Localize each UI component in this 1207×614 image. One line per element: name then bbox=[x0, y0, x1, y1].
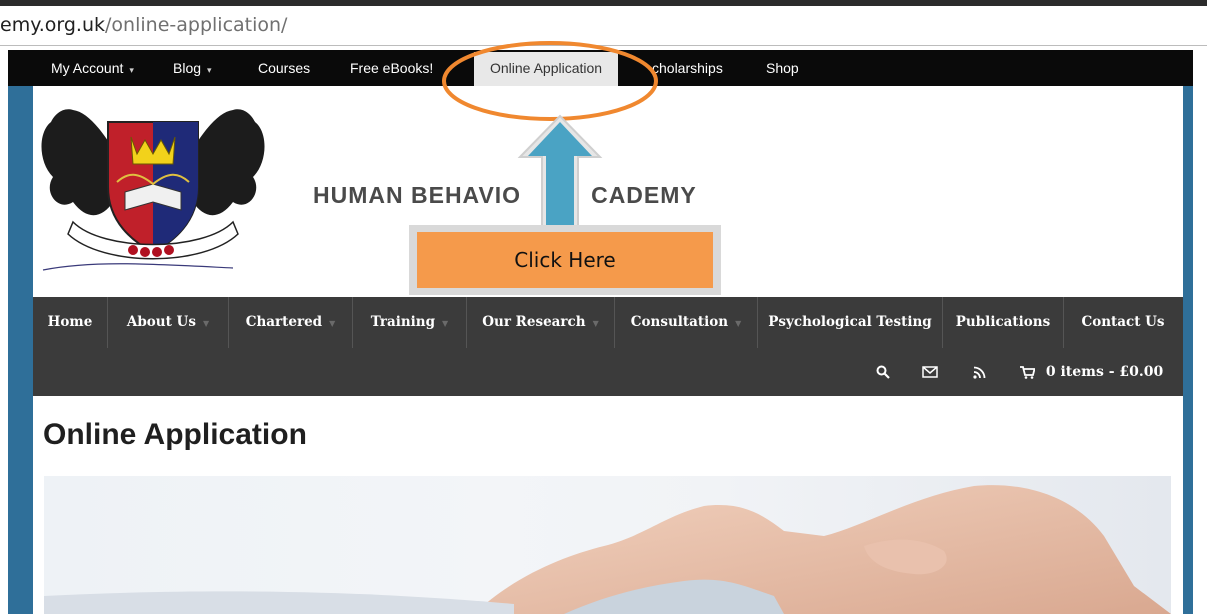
main-navigation: Home About Us ▼ Chartered ▼ Training ▼ Our … bbox=[33, 297, 1183, 396]
topbar-item-free-ebooks[interactable]: Free eBooks! bbox=[350, 50, 433, 86]
nav-item-psychological-testing[interactable]: Psychological Testing bbox=[758, 297, 942, 348]
nav-item-our-research[interactable]: Our Research ▼ bbox=[467, 297, 614, 348]
main-nav-row: Home About Us ▼ Chartered ▼ Training ▼ Our … bbox=[33, 297, 1183, 348]
caret-down-icon: ▼ bbox=[592, 318, 599, 328]
nav-item-label: About Us bbox=[126, 314, 196, 330]
nav-item-home[interactable]: Home bbox=[33, 297, 107, 348]
url-text[interactable]: emy.org.uk/online-application/ bbox=[0, 14, 287, 36]
nav-item-training[interactable]: Training ▼ bbox=[353, 297, 466, 348]
search-icon[interactable] bbox=[876, 348, 890, 396]
topbar-item-label: Courses bbox=[258, 60, 311, 76]
nav-item-contact-us[interactable]: Contact Us bbox=[1064, 297, 1182, 348]
topbar-item-blog[interactable]: Blog ▾ bbox=[173, 50, 212, 86]
topbar-item-shop[interactable]: Shop bbox=[766, 50, 799, 86]
arrow-up-icon bbox=[517, 114, 603, 233]
rss-icon[interactable] bbox=[973, 348, 986, 396]
nav-item-label: Our Research bbox=[482, 314, 586, 330]
header-tools: 0 items - £0.00 bbox=[33, 348, 1183, 396]
url-path: /online-application/ bbox=[105, 14, 288, 36]
url-host: emy.org.uk bbox=[0, 14, 106, 36]
browser-top-edge bbox=[0, 0, 1207, 6]
nav-item-label: Chartered bbox=[245, 314, 323, 330]
cart-summary: 0 items - £0.00 bbox=[1045, 364, 1164, 380]
caret-down-icon: ▾ bbox=[207, 65, 212, 75]
caret-down-icon: ▾ bbox=[129, 65, 134, 75]
nav-item-label: Publications bbox=[955, 314, 1051, 330]
nav-item-label: Consultation bbox=[630, 314, 729, 330]
click-here-callout: Click Here bbox=[417, 232, 713, 288]
nav-item-label: Psychological Testing bbox=[768, 314, 932, 330]
academy-logo[interactable] bbox=[33, 92, 273, 287]
hand-typing-image bbox=[44, 485, 1171, 614]
nav-item-publications[interactable]: Publications bbox=[943, 297, 1063, 348]
nav-item-label: Home bbox=[47, 314, 93, 330]
page-title: Online Application bbox=[43, 418, 307, 451]
nav-item-label: Training bbox=[370, 314, 436, 330]
nav-item-chartered[interactable]: Chartered ▼ bbox=[229, 297, 352, 348]
topbar-item-label: Free eBooks! bbox=[350, 60, 434, 76]
hero-image bbox=[44, 476, 1171, 614]
topbar-item-label: Shop bbox=[766, 60, 799, 76]
cart-icon bbox=[1020, 365, 1036, 379]
caret-down-icon: ▼ bbox=[442, 318, 449, 328]
topbar-item-label: My Account bbox=[51, 60, 124, 76]
envelope-icon[interactable] bbox=[922, 348, 938, 396]
topbar-item-scholarships[interactable]: cholarships bbox=[652, 50, 723, 86]
topbar-item-label: Blog bbox=[173, 60, 202, 76]
topbar-item-my-account[interactable]: My Account ▾ bbox=[51, 50, 134, 86]
cart-link[interactable]: 0 items - £0.00 bbox=[1020, 348, 1163, 396]
caret-down-icon: ▼ bbox=[329, 318, 336, 328]
nav-item-about-us[interactable]: About Us ▼ bbox=[108, 297, 228, 348]
caret-down-icon: ▼ bbox=[202, 318, 210, 328]
nav-item-label: Contact Us bbox=[1081, 314, 1165, 330]
caret-down-icon: ▼ bbox=[735, 318, 742, 328]
nav-item-consultation[interactable]: Consultation ▼ bbox=[615, 297, 757, 348]
topbar-item-courses[interactable]: Courses bbox=[258, 50, 310, 86]
topbar-item-label: cholarships bbox=[652, 60, 723, 76]
